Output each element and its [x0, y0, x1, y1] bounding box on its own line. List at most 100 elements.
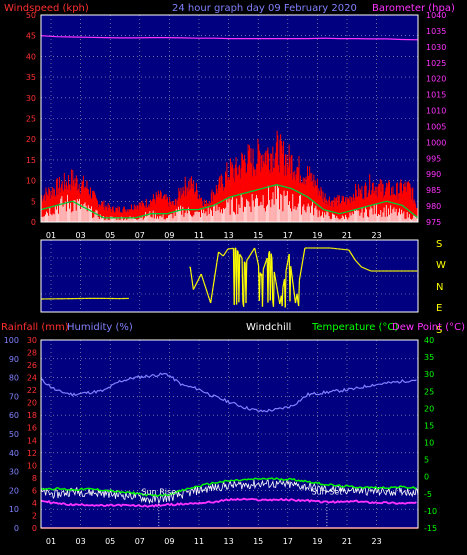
wind-xtick-label: 13: [224, 231, 234, 240]
wind-ytick-label: 10: [26, 177, 36, 186]
temperature-ytick-label: 15: [424, 421, 434, 430]
wind-direction-segment: [298, 280, 301, 307]
wind-direction-segment: [241, 257, 244, 303]
wind-direction-segment: [352, 255, 355, 258]
wind-xtick-label: 01: [46, 231, 56, 240]
wind-direction-segment: [225, 250, 227, 253]
wind-direction-segment: [252, 248, 255, 251]
wind-direction-segment: [205, 288, 208, 292]
wind-direction-segment: [357, 262, 359, 264]
temp-xtick-label: 19: [312, 537, 322, 546]
wind-direction-segment: [243, 261, 246, 264]
wind-direction-segment: [233, 248, 236, 305]
barometer-ytick-label: 1020: [426, 75, 446, 84]
wind-ytick-label: 35: [26, 73, 36, 82]
wind-direction-segment: [353, 258, 356, 261]
wind-direction-segment: [302, 252, 305, 258]
rainfall-ytick-label: 22: [27, 386, 37, 395]
wind-direction-segment: [204, 285, 207, 289]
wind-direction-segment: [294, 298, 297, 304]
wind-ytick-label: 40: [26, 52, 36, 61]
wind-direction-segment: [263, 264, 266, 268]
wind-direction-segment: [289, 266, 292, 302]
wind-direction-segment: [239, 255, 242, 258]
wind-direction-segment: [296, 293, 299, 301]
wind-direction-segment: [249, 253, 252, 256]
rainfall-ytick-label: 20: [27, 399, 37, 408]
wind-direction-segment: [189, 266, 192, 273]
wind-direction-segment: [290, 272, 293, 279]
wind-direction-segment: [274, 276, 277, 282]
compass-label: S: [436, 239, 442, 250]
sun-marker-label: Sun Set: [311, 488, 342, 497]
wind-direction-segment: [290, 266, 293, 273]
temp-xtick-label: 03: [76, 537, 86, 546]
wind-direction-segment: [270, 253, 273, 259]
wind-direction-segment: [254, 251, 257, 256]
wind-xtick-label: 11: [194, 231, 204, 240]
wind-direction-segment: [256, 258, 259, 263]
wind-direction-segment: [271, 258, 274, 301]
wind-xtick-label: 09: [164, 231, 174, 240]
wind-direction-segment: [217, 251, 220, 258]
wind-direction-segment: [293, 290, 296, 297]
wind-xtick-label: 17: [283, 231, 293, 240]
wind-direction-segment: [243, 261, 246, 307]
wind-direction-segment: [193, 286, 196, 289]
compass-label: W: [436, 260, 446, 271]
wind-yticks-right: 975 980 985 990 995 1000 1005 1010 1015 1020 1025 1…: [426, 11, 446, 227]
wind-direction-segment: [359, 264, 362, 267]
wind-ytick-label: 45: [26, 32, 36, 41]
wind-direction-segment: [215, 262, 218, 268]
wind-direction-segment: [354, 259, 357, 262]
temp-xtick-label: 17: [283, 537, 293, 546]
rainfall-ytick-label: 8: [32, 474, 37, 483]
wind-direction-segment: [203, 283, 206, 287]
rainfall-ytick-label: 10: [27, 461, 37, 470]
wind-direction-segment: [196, 279, 199, 283]
temperature-yticks: -15 -10 -5 0 5 10 15 20 25 30 35 40: [424, 336, 437, 533]
humidity-ytick-label: 10: [9, 505, 19, 514]
wind-yticks-left: 05101520253035404550: [26, 11, 36, 227]
wind-direction-segment: [262, 266, 265, 270]
wind-direction-segment: [213, 272, 216, 278]
rainfall-ytick-label: 28: [27, 349, 37, 358]
wind-direction-segment: [300, 266, 303, 272]
wind-direction-segment: [247, 256, 250, 259]
wind-direction-segment: [351, 254, 354, 257]
barometer-axis-label: Barometer (hpa): [372, 3, 455, 14]
wind-direction-segment: [240, 256, 243, 259]
humidity-ytick-label: 90: [9, 355, 19, 364]
wind-direction-segment: [206, 290, 209, 294]
wind-direction-segment: [287, 258, 289, 263]
wind-direction-segment: [195, 283, 198, 286]
wind-xtick-label: 05: [105, 231, 115, 240]
temp-xtick-label: 21: [342, 537, 352, 546]
temperature-ytick-label: 10: [424, 439, 434, 448]
weather-graph: 05101520253035404550 9759809859909951000…: [1, 3, 465, 546]
wind-direction-segment: [219, 252, 222, 255]
wind-direction-segment: [221, 254, 223, 256]
barometer-ytick-label: 980: [426, 202, 441, 211]
wind-direction-segment: [255, 254, 258, 259]
rainfall-ytick-label: 0: [32, 524, 37, 533]
wind-direction-segment: [250, 252, 252, 255]
rainfall-ytick-label: 2: [32, 511, 37, 520]
rainfall-ytick-label: 14: [27, 436, 37, 445]
wind-direction-segment: [292, 284, 295, 291]
compass-label: E: [436, 303, 442, 314]
wind-direction-segment: [279, 299, 282, 305]
wind-direction-segment: [247, 257, 249, 260]
humidity-ytick-label: 20: [9, 486, 19, 495]
wind-ytick-label: 30: [26, 94, 36, 103]
wind-direction-segment: [246, 258, 249, 261]
temperature-axis-label: Temperature (°C): [311, 322, 398, 333]
temp-xtick-label: 23: [372, 537, 382, 546]
wind-xtick-label: 07: [135, 231, 145, 240]
wind-direction-segment: [218, 251, 220, 254]
wind-direction-segment: [195, 281, 198, 284]
barometer-ytick-label: 1000: [426, 138, 446, 147]
rainfall-axis-label: Rainfall (mm): [1, 322, 69, 333]
wind-direction-segment: [250, 251, 253, 254]
wind-direction-segment: [301, 261, 304, 267]
